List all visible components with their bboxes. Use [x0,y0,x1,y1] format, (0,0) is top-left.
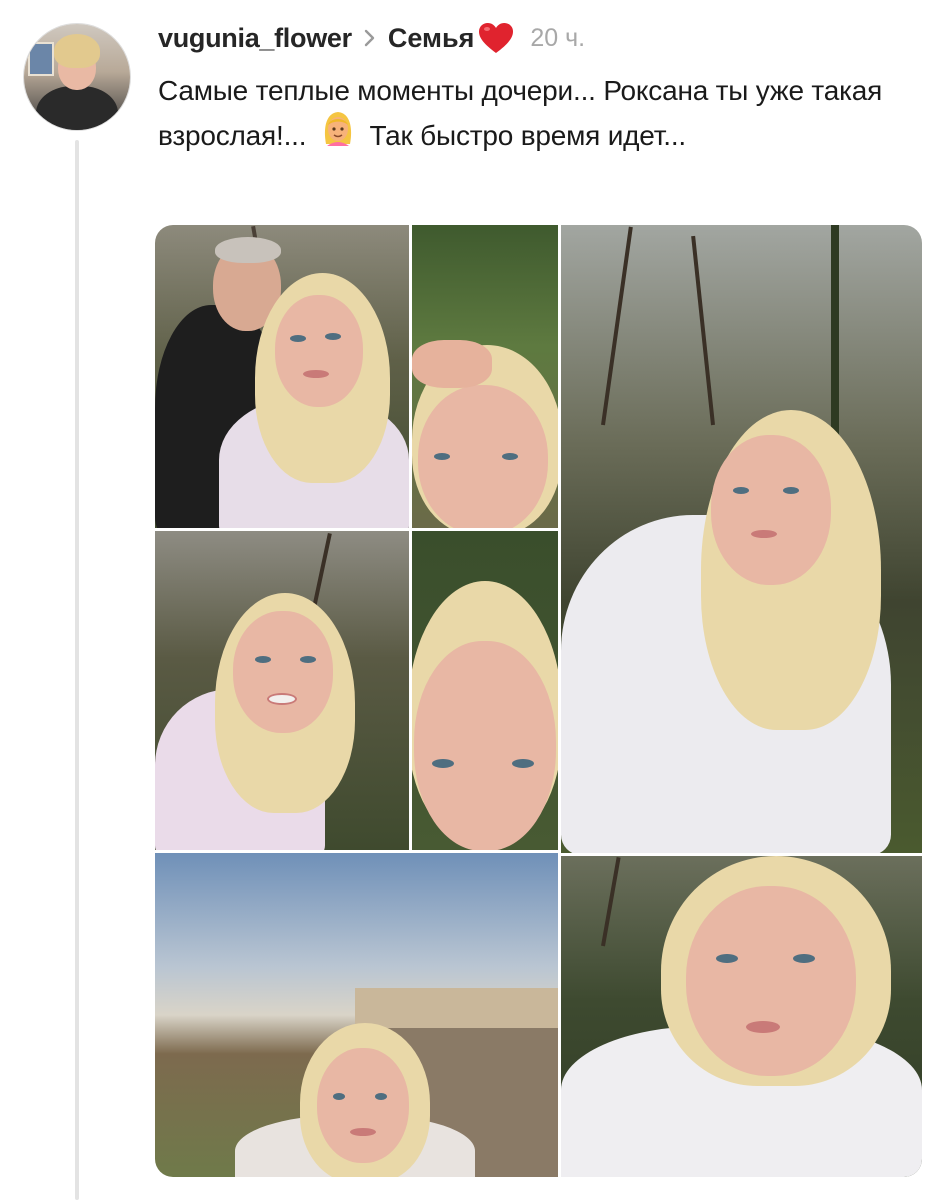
bare-tree [601,226,633,426]
thread-line [75,140,79,1200]
photo-fur-closeup[interactable] [561,856,922,1177]
community-name[interactable]: Семья [388,23,474,54]
heart-icon [478,22,514,54]
woman-eye [375,1093,387,1100]
bare-tree [691,235,715,426]
photo-closeup-hand[interactable] [412,225,558,528]
username[interactable]: vugunia_flower [158,23,352,54]
woman-eye [502,453,518,460]
photo-fur-coat[interactable] [561,225,922,853]
hand [412,340,492,388]
man-hair [215,237,281,263]
bare-tree [601,857,621,947]
photo-face-closeup[interactable] [412,531,558,850]
woman-face [317,1048,409,1163]
post-text: Самые теплые моменты дочери... Роксана т… [158,68,918,161]
post-header: vugunia_flower Семья 20 ч. [158,18,585,58]
photo-smiling[interactable] [155,531,409,850]
woman-eye [432,759,454,768]
woman-eye [733,487,749,494]
woman-eye [255,656,271,663]
woman-eye [512,759,534,768]
avatar[interactable] [24,24,130,130]
woman-lips [350,1128,376,1136]
woman-face [414,641,556,850]
chevron-right-icon [364,28,376,48]
blonde-woman-icon [318,108,358,161]
woman-eye [290,335,306,342]
avatar-background-frame [28,42,54,76]
avatar-body [36,86,118,130]
post-time: 20 ч. [530,23,586,52]
woman-lips [751,530,777,538]
woman-face [233,611,333,733]
avatar-hair [54,34,100,68]
woman-eye [333,1093,345,1100]
woman-eye [300,656,316,663]
woman-eye [716,954,738,963]
sea-horizon [355,988,558,1028]
photo-with-father[interactable] [155,225,409,528]
photo-collage[interactable] [155,225,922,1177]
woman-eye [434,453,450,460]
woman-eye [783,487,799,494]
woman-lips [303,370,329,378]
woman-face [275,295,363,407]
woman-eye [793,954,815,963]
woman-smile [267,693,297,705]
bare-tree [831,225,839,445]
post-text-part2: Так быстро время идет... [369,120,687,151]
woman-eye [325,333,341,340]
woman-face [686,886,856,1076]
woman-lips [746,1021,780,1033]
woman-face [711,435,831,585]
photo-beach[interactable] [155,853,558,1177]
